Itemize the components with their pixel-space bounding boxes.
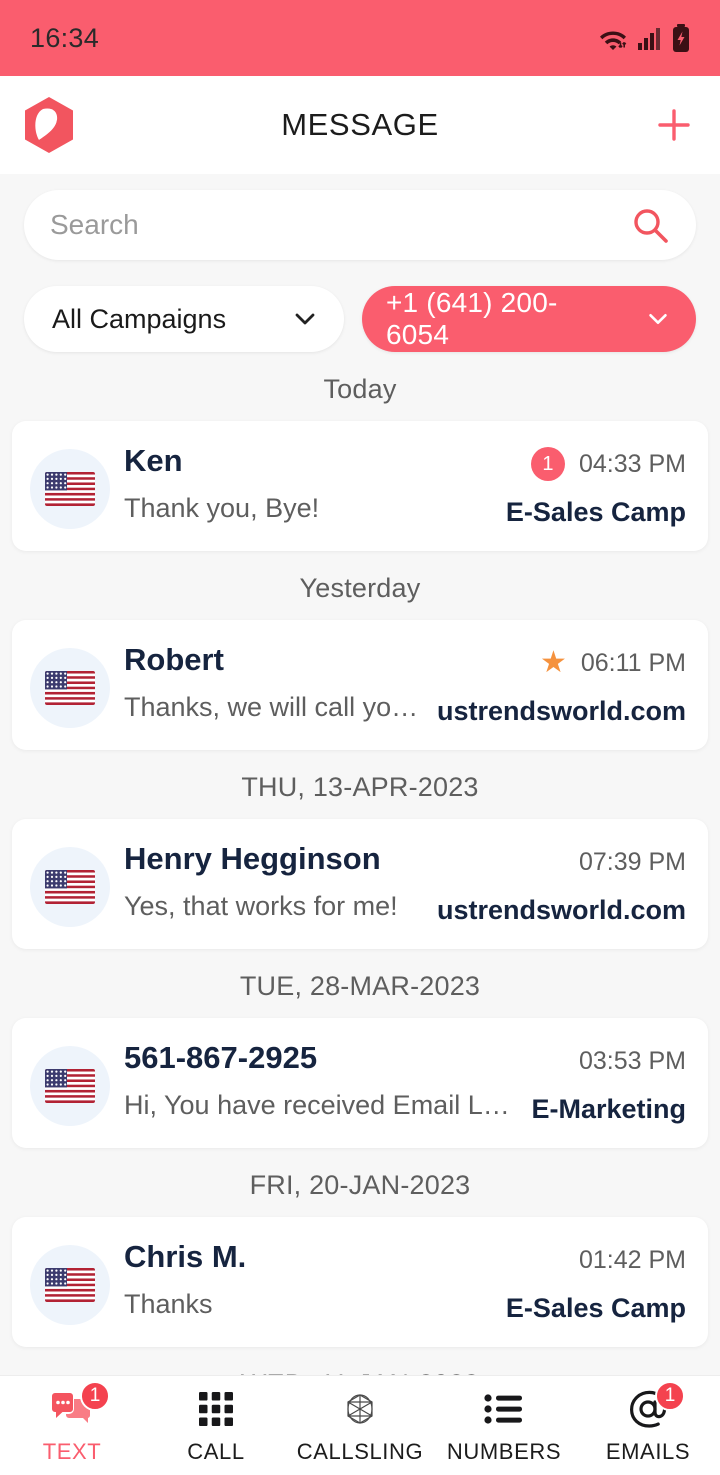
day-header: THU, 13-APR-2023 (241, 772, 479, 802)
app-screen: 16:34 MESSAGE Search All Campaigns +1 (6… (0, 0, 720, 1475)
message-meta: 1 04:33 PM E-Sales Camp (506, 441, 686, 528)
message-card[interactable]: 561-867-2925 Hi, You have received Email … (12, 1018, 708, 1148)
message-meta: 03:53 PM E-Marketing (531, 1038, 686, 1125)
campaign-filter-label: All Campaigns (52, 303, 227, 334)
nav-item-numbers[interactable]: NUMBERS (432, 1376, 576, 1475)
contact-name: 561-867-2925 (124, 1040, 318, 1075)
message-time: 03:53 PM (578, 1046, 686, 1075)
message-card[interactable]: Henry Hegginson Yes, that works for me! 07… (12, 819, 708, 949)
nav-item-emails[interactable]: 1 EMAILS (576, 1376, 720, 1475)
bottom-navigation: 1 TEXT CALL CALLSLING NUMBERS 1 EMAILS (0, 1375, 720, 1475)
contact-name: Henry Hegginson (124, 841, 381, 876)
meta-top-row: 01:42 PM (579, 1241, 686, 1279)
message-preview: Thanks, we will call you then. (124, 691, 427, 722)
contact-name: Ken (124, 443, 183, 478)
search-icon[interactable] (630, 205, 670, 245)
nav-item-text[interactable]: 1 TEXT (0, 1376, 144, 1475)
campaign-label: E-Sales Camp (505, 497, 686, 527)
avatar (30, 648, 110, 728)
message-time: 07:39 PM (578, 847, 686, 876)
message-card[interactable]: Ken Thank you, Bye! 1 04:33 PM E-Sales Camp (12, 421, 708, 551)
dialpad-grid-icon[interactable] (199, 1387, 233, 1431)
message-preview: Yes, that works for me! (124, 890, 398, 921)
message-preview: Thank you, Bye! (124, 492, 320, 523)
search-bar[interactable] (24, 190, 696, 260)
list-icon[interactable] (484, 1387, 524, 1431)
campaign-label: E-Marketing (531, 1094, 686, 1124)
signal-icon (637, 25, 663, 51)
message-preview: Thanks (124, 1288, 213, 1319)
at-sign-icon[interactable]: 1 (627, 1380, 685, 1431)
contact-name: Robert (124, 642, 224, 677)
message-bubble-icon[interactable]: 1 (50, 1380, 110, 1431)
day-header: Today (323, 374, 397, 404)
battery-charging-icon (672, 24, 690, 52)
message-time: 06:11 PM (580, 648, 686, 677)
message-time: 01:42 PM (578, 1245, 686, 1274)
wifi-icon (598, 25, 628, 51)
message-body: 561-867-2925 Hi, You have received Email … (124, 1038, 521, 1121)
meta-top-row: 1 04:33 PM (530, 445, 686, 483)
star-icon[interactable]: ★ (540, 648, 567, 678)
avatar (30, 449, 110, 529)
message-preview: Hi, You have received Email Lead on your… (124, 1089, 521, 1120)
campaign-label: E-Sales Camp (505, 1293, 686, 1323)
meta-top-row: ★ 06:11 PM (540, 644, 686, 682)
avatar (30, 1046, 110, 1126)
chevron-down-icon (290, 304, 320, 334)
message-meta: 07:39 PM ustrendsworld.com (437, 839, 686, 926)
unread-badge: 1 (530, 447, 565, 481)
day-header: FRI, 20-JAN-2023 (249, 1170, 471, 1200)
phone-number-label: +1 (641) 200-6054 (386, 287, 558, 350)
nav-item-call[interactable]: CALL (144, 1376, 288, 1475)
day-header: Yesterday (299, 573, 421, 603)
controls-section: All Campaigns +1 (641) 200-6054 (0, 174, 720, 352)
message-card[interactable]: Robert Thanks, we will call you then. ★ 06:… (12, 620, 708, 750)
search-input[interactable] (50, 209, 630, 241)
nav-item-callsling[interactable]: CALLSLING (288, 1376, 432, 1475)
message-meta: ★ 06:11 PM ustrendsworld.com (437, 640, 686, 727)
nav-label: TEXT (42, 1438, 102, 1464)
app-bar: MESSAGE (0, 76, 720, 174)
nav-badge: 1 (80, 1380, 110, 1411)
nav-label: NUMBERS (446, 1438, 562, 1464)
nav-label: CALL (187, 1438, 245, 1464)
message-body: Chris M. Thanks (124, 1237, 496, 1320)
page-title: MESSAGE (281, 107, 439, 142)
message-body: Ken Thank you, Bye! (124, 441, 496, 524)
avatar (30, 1245, 110, 1325)
phone-number-dropdown[interactable]: +1 (641) 200-6054 (362, 286, 696, 352)
message-time: 04:33 PM (578, 449, 686, 478)
contact-name: Chris M. (124, 1239, 247, 1274)
chevron-down-icon (644, 305, 672, 333)
status-bar: 16:34 (0, 0, 720, 76)
status-time: 16:34 (30, 22, 100, 53)
campaign-filter-dropdown[interactable]: All Campaigns (24, 286, 344, 352)
message-meta: 01:42 PM E-Sales Camp (506, 1237, 686, 1324)
filter-row: All Campaigns +1 (641) 200-6054 (24, 286, 696, 352)
message-card[interactable]: Chris M. Thanks 01:42 PM E-Sales Camp (12, 1217, 708, 1347)
status-icon-group (598, 24, 690, 52)
nav-label: CALLSLING (296, 1438, 424, 1464)
app-logo-hexagon (22, 96, 76, 154)
campaign-label: ustrendsworld.com (436, 696, 686, 726)
hexagon-mesh-icon[interactable] (339, 1387, 381, 1431)
message-list[interactable]: Today Ken Thank you, Bye! 1 04:33 PM E-Sales … (0, 352, 720, 1475)
day-header: TUE, 28-MAR-2023 (239, 971, 481, 1001)
message-body: Robert Thanks, we will call you then. (124, 640, 427, 723)
avatar (30, 847, 110, 927)
meta-top-row: 07:39 PM (579, 843, 686, 881)
nav-label: EMAILS (605, 1438, 691, 1464)
meta-top-row: 03:53 PM (579, 1042, 686, 1080)
campaign-label: ustrendsworld.com (436, 895, 686, 925)
nav-badge: 1 (655, 1380, 685, 1411)
message-body: Henry Hegginson Yes, that works for me! (124, 839, 427, 922)
add-message-button[interactable] (650, 101, 698, 149)
